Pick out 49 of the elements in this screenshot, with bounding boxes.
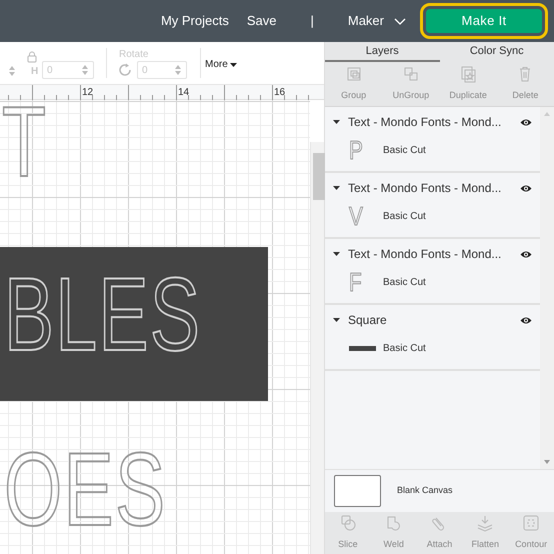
shape-thumbnail [349, 346, 376, 350]
weld-icon [384, 514, 403, 532]
letter-thumbnail: F [349, 269, 363, 295]
eye-icon[interactable] [520, 316, 532, 324]
slice-icon [338, 514, 357, 532]
scrollbar[interactable] [310, 142, 324, 554]
ruler-label: 12 [82, 86, 94, 100]
chevron-down-icon [394, 18, 406, 24]
operation-label: Basic Cut [383, 342, 426, 356]
design-text[interactable]: BLES [4, 263, 202, 367]
scroll-thumb[interactable] [313, 153, 325, 200]
panel-tab[interactable]: Color Sync [440, 42, 554, 62]
eye-icon[interactable] [520, 184, 532, 192]
eye-icon[interactable] [520, 250, 532, 258]
caret-icon[interactable] [333, 318, 340, 322]
layer-title: Text - Mondo Fonts - Mond... [348, 114, 502, 131]
flatten-icon [476, 514, 494, 532]
ungroup-icon [402, 65, 420, 84]
caret-icon [230, 62, 237, 66]
scrollbar[interactable] [540, 107, 554, 469]
letter-thumbnail: V [349, 203, 364, 229]
machine-dropdown[interactable]: Maker [348, 11, 406, 31]
nav-link[interactable]: Save [246, 11, 276, 31]
make-it-button[interactable]: Make It [426, 8, 542, 33]
caret-icon[interactable] [333, 186, 340, 190]
caret-icon[interactable] [333, 252, 340, 256]
ruler-label: 16 [274, 86, 286, 100]
dark-rectangle[interactable] [0, 247, 268, 401]
caret-icon[interactable] [333, 120, 340, 124]
design-text[interactable]: OES [4, 438, 166, 542]
more-dropdown[interactable]: More [205, 57, 237, 72]
layer-title: Text - Mondo Fonts - Mond... [348, 246, 502, 263]
canvas-swatch[interactable] [334, 475, 381, 507]
letter-thumbnail: P [349, 137, 364, 163]
operation-label: Basic Cut [383, 276, 426, 290]
nav-link[interactable]: My Projects [160, 11, 229, 31]
canvas-label: Blank Canvas [397, 484, 453, 498]
design-text[interactable]: T [2, 100, 48, 192]
layer-title: Square [348, 312, 388, 329]
ruler-label: 14 [178, 86, 190, 100]
separator: | [310, 12, 314, 30]
operation-label: Basic Cut [383, 210, 426, 224]
operation-label: Basic Cut [383, 144, 426, 158]
group-icon [344, 65, 363, 84]
layer-title: Text - Mondo Fonts - Mond... [348, 180, 502, 197]
duplicate-icon [459, 65, 478, 84]
contour-icon [522, 514, 540, 532]
scroll-down-icon[interactable] [544, 460, 550, 464]
eye-icon[interactable] [520, 118, 532, 126]
